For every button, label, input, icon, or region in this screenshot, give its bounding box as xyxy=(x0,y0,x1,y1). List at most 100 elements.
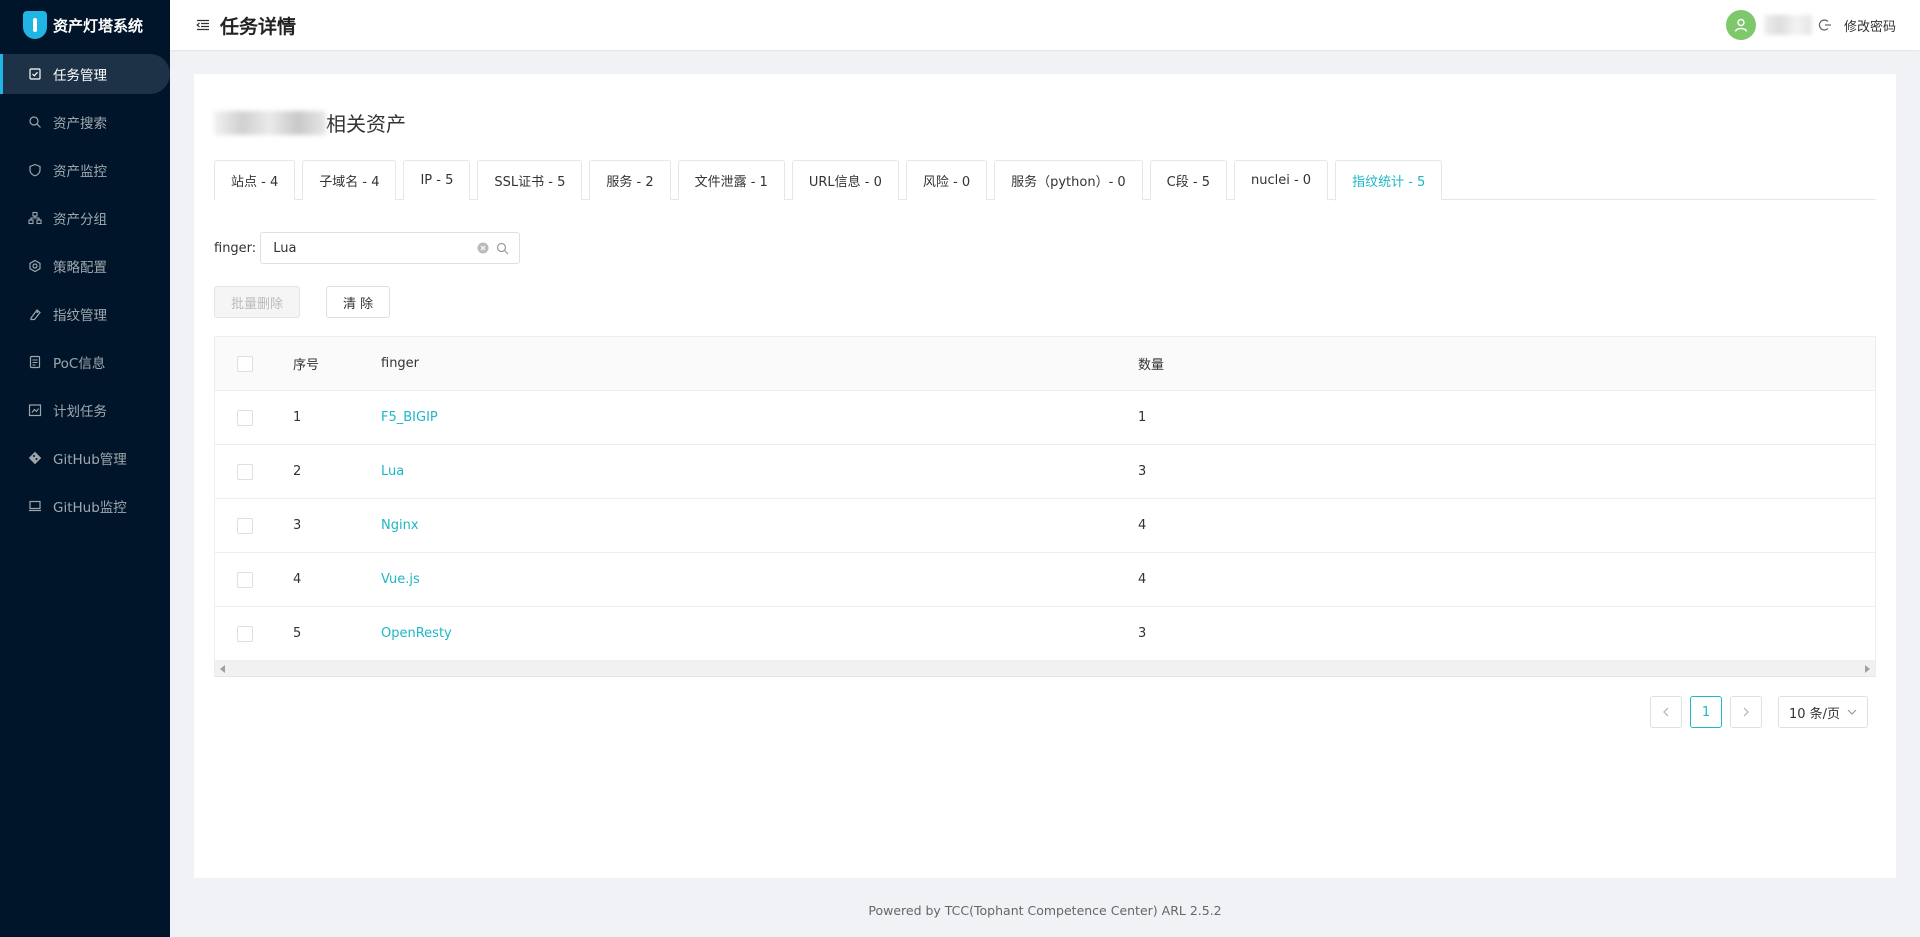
scroll-right-icon[interactable] xyxy=(1865,665,1870,673)
sidebar-item-asset-group[interactable]: 资产分组 xyxy=(0,198,170,238)
sidebar-item-github-monitor[interactable]: GitHub监控 xyxy=(0,486,170,526)
sidebar-item-asset-monitor[interactable]: 资产监控 xyxy=(0,150,170,190)
sidebar: 资产灯塔系统 任务管理 资产搜索 资产监控 资产分组 策略配置 指纹管理 PoC… xyxy=(0,0,170,937)
sidebar-item-poc-info[interactable]: PoC信息 xyxy=(0,342,170,382)
finger-link[interactable]: Nginx xyxy=(381,518,419,533)
avatar[interactable] xyxy=(1725,10,1756,40)
chevron-down-icon xyxy=(1847,709,1857,715)
table-row: 4 Vue.js 4 xyxy=(215,553,1875,607)
sidebar-item-asset-search[interactable]: 资产搜索 xyxy=(0,102,170,142)
tab-risks[interactable]: 风险 - 0 xyxy=(905,160,988,200)
tab-ssl-certs[interactable]: SSL证书 - 5 xyxy=(477,160,583,200)
monitor-icon xyxy=(28,499,42,513)
sidebar-item-github-management[interactable]: GitHub管理 xyxy=(0,438,170,478)
finger-link[interactable]: F5_BIGIP xyxy=(381,410,438,425)
finger-link[interactable]: Lua xyxy=(381,464,404,479)
app-logo[interactable]: 资产灯塔系统 xyxy=(0,0,170,50)
calendar-icon xyxy=(28,403,42,417)
sidebar-item-label: 策略配置 xyxy=(53,260,107,276)
sidebar-item-scheduled-tasks[interactable]: 计划任务 xyxy=(0,390,170,430)
sidebar-item-label: 资产搜索 xyxy=(53,116,107,132)
tab-file-leaks[interactable]: 文件泄露 - 1 xyxy=(677,160,785,200)
settings-icon xyxy=(28,259,42,273)
domain-redacted xyxy=(214,110,326,135)
sidebar-item-label: GitHub管理 xyxy=(53,452,127,468)
batch-delete-button[interactable]: 批量删除 xyxy=(214,286,301,318)
logout-icon[interactable] xyxy=(1818,18,1832,32)
group-icon xyxy=(28,211,42,225)
page-number-button[interactable]: 1 xyxy=(1690,696,1722,728)
tab-subdomains[interactable]: 子域名 - 4 xyxy=(302,160,397,200)
row-checkbox[interactable] xyxy=(237,571,253,588)
sidebar-menu: 任务管理 资产搜索 资产监控 资产分组 策略配置 指纹管理 PoC信息 计划任务… xyxy=(0,54,170,526)
row-index: 3 xyxy=(293,518,302,533)
sidebar-item-fingerprint-management[interactable]: 指纹管理 xyxy=(0,294,170,334)
tab-sites[interactable]: 站点 - 4 xyxy=(214,160,296,200)
horizontal-scrollbar[interactable] xyxy=(215,661,1875,677)
sidebar-item-label: GitHub监控 xyxy=(53,500,127,516)
tab-c-segment[interactable]: C段 - 5 xyxy=(1149,160,1227,200)
tab-services-python[interactable]: 服务（python）- 0 xyxy=(994,160,1143,200)
sidebar-item-task-management[interactable]: 任务管理 xyxy=(0,54,170,94)
task-icon xyxy=(28,67,42,81)
header-finger: finger xyxy=(381,356,420,371)
sidebar-item-label: 任务管理 xyxy=(53,68,107,84)
user-icon xyxy=(1734,18,1748,32)
row-checkbox[interactable] xyxy=(237,409,253,426)
table-header-row: 序号 finger 数量 xyxy=(215,337,1875,391)
row-checkbox[interactable] xyxy=(237,517,253,534)
pagination: 1 10 条/页 xyxy=(1650,696,1868,728)
card-title-suffix: 相关资产 xyxy=(326,112,406,136)
row-count: 3 xyxy=(1138,464,1147,479)
sidebar-item-label: PoC信息 xyxy=(53,356,106,372)
finger-search-input[interactable] xyxy=(273,240,464,256)
sidebar-item-label: 资产分组 xyxy=(53,212,107,228)
action-buttons: 批量删除 清 除 xyxy=(214,286,391,318)
tab-nuclei[interactable]: nuclei - 0 xyxy=(1233,160,1329,200)
page-size-select[interactable]: 10 条/页 xyxy=(1778,696,1868,728)
lighthouse-logo-icon xyxy=(23,11,47,39)
footer: Powered by TCC(Tophant Competence Center… xyxy=(868,903,1222,918)
clear-button[interactable]: 清 除 xyxy=(326,286,391,318)
menu-fold-icon[interactable] xyxy=(196,18,210,32)
prev-page-button[interactable] xyxy=(1650,696,1682,728)
clear-input-icon[interactable] xyxy=(477,242,489,254)
row-count: 4 xyxy=(1138,518,1147,533)
table-row: 1 F5_BIGIP 1 xyxy=(215,391,1875,445)
tab-services[interactable]: 服务 - 2 xyxy=(589,160,671,200)
change-password-link[interactable]: 修改密码 xyxy=(1844,16,1896,35)
finger-input-wrapper xyxy=(260,232,521,264)
content-card: 相关资产 站点 - 4 子域名 - 4 IP - 5 SSL证书 - 5 服务 … xyxy=(194,74,1896,878)
finger-filter: finger: xyxy=(214,232,521,264)
shield-icon xyxy=(28,163,42,177)
document-icon xyxy=(28,355,42,369)
row-checkbox[interactable] xyxy=(237,463,253,480)
tab-ip[interactable]: IP - 5 xyxy=(403,160,471,200)
row-count: 1 xyxy=(1138,410,1147,425)
search-icon xyxy=(28,115,42,129)
next-page-button[interactable] xyxy=(1730,696,1762,728)
sidebar-item-policy-config[interactable]: 策略配置 xyxy=(0,246,170,286)
select-all-checkbox[interactable] xyxy=(237,355,253,372)
tab-fingerprint-stats[interactable]: 指纹统计 - 5 xyxy=(1335,160,1443,201)
username-redacted xyxy=(1763,15,1812,35)
card-title: 相关资产 xyxy=(214,108,406,137)
scroll-left-icon[interactable] xyxy=(220,665,225,673)
row-index: 1 xyxy=(293,410,302,425)
table-row: 2 Lua 3 xyxy=(215,445,1875,499)
search-icon[interactable] xyxy=(496,242,509,255)
row-checkbox[interactable] xyxy=(237,625,253,642)
row-index: 5 xyxy=(293,626,302,641)
header-index: 序号 xyxy=(293,358,320,373)
tab-url-info[interactable]: URL信息 - 0 xyxy=(791,160,899,200)
finger-link[interactable]: OpenResty xyxy=(381,626,452,641)
header-count: 数量 xyxy=(1138,358,1165,373)
finger-link[interactable]: Vue.js xyxy=(381,572,420,587)
chevron-right-icon xyxy=(1743,707,1749,717)
app-title: 资产灯塔系统 xyxy=(53,16,144,35)
row-index: 4 xyxy=(293,572,302,587)
finger-filter-label: finger: xyxy=(214,240,257,256)
user-area: 修改密码 xyxy=(1725,0,1896,50)
row-count: 4 xyxy=(1138,572,1147,587)
sidebar-item-label: 指纹管理 xyxy=(53,308,107,324)
